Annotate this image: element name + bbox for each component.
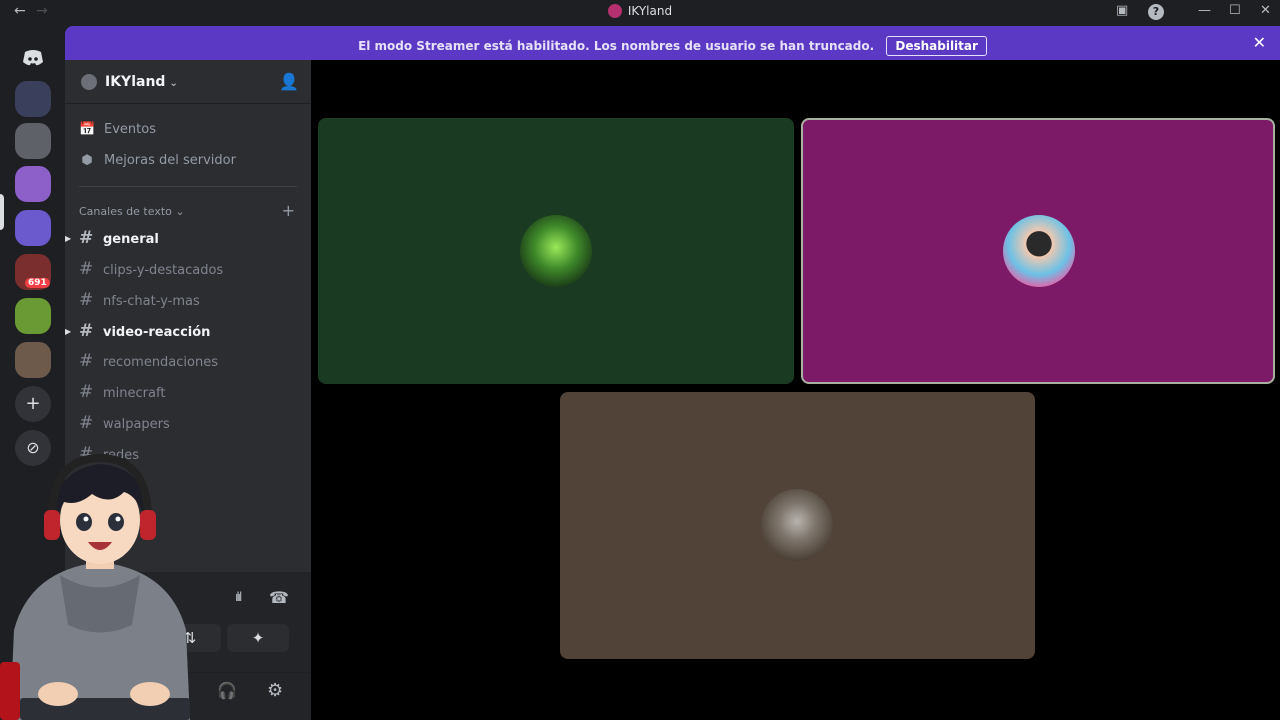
server-guide-icon — [81, 74, 97, 90]
server-boosts-item[interactable]: ⬢ Mejoras del servidor — [79, 153, 236, 168]
channel-walpapers[interactable]: # walpapers — [79, 413, 170, 433]
channel-recomendaciones[interactable]: # recomendaciones — [79, 351, 218, 371]
channel-clips-y-destacados[interactable]: # clips-y-destacados — [79, 259, 223, 279]
window-title: IKYland — [0, 4, 1280, 18]
add-server-button[interactable]: + — [15, 386, 51, 422]
discord-home-button[interactable] — [15, 40, 51, 76]
unread-indicator: ▶ — [65, 327, 72, 336]
channel-minecraft[interactable]: # minecraft — [79, 382, 165, 402]
participant-avatar — [1003, 215, 1075, 287]
channel-nfs-chat-y-mas[interactable]: # nfs-chat-y-mas — [79, 290, 200, 310]
server-icon-7[interactable] — [15, 342, 51, 378]
create-channel-icon[interactable]: + — [282, 201, 295, 220]
participant-tile-3[interactable] — [560, 392, 1035, 659]
settings-icon[interactable]: ⚙ — [267, 680, 283, 701]
participant-avatar — [520, 215, 592, 287]
server-icon-ikyland[interactable] — [15, 166, 51, 202]
unread-indicator: ▶ — [65, 234, 72, 243]
maximize-button[interactable]: ☐ — [1229, 3, 1241, 18]
headset-icon[interactable]: 🎧 — [217, 681, 237, 700]
chevron-down-icon: ⌄ — [175, 205, 185, 218]
hash-icon: # — [79, 321, 94, 341]
chevron-down-icon: ⌄ — [169, 78, 178, 89]
activity-icon: ✦ — [251, 629, 265, 647]
banner-message: El modo Streamer está habilitado. Los no… — [65, 36, 1280, 56]
divider — [79, 186, 297, 187]
hash-icon: # — [79, 413, 94, 433]
minimize-button[interactable]: — — [1198, 3, 1211, 18]
close-window-button[interactable]: ✕ — [1260, 3, 1271, 18]
server-icon-minecraft[interactable] — [15, 298, 51, 334]
title-bar: ← → IKYland ▣ ? — ☐ ✕ — [0, 0, 1280, 24]
disconnect-icon[interactable]: ☎ — [269, 588, 289, 607]
hash-icon: # — [79, 259, 94, 279]
channel-video-reaccion[interactable]: # video-reacción — [79, 321, 210, 341]
hash-icon: # — [79, 228, 94, 248]
voice-call-stage — [311, 60, 1280, 720]
window-title-text: IKYland — [627, 4, 673, 18]
hash-icon: # — [79, 382, 94, 402]
activity-button[interactable]: ✦ — [227, 624, 289, 652]
selected-server-pill — [0, 194, 4, 230]
calendar-icon: 📅 — [79, 122, 96, 137]
mention-badge: 691 — [25, 278, 50, 288]
discord-logo-icon — [23, 50, 43, 66]
inbox-icon[interactable]: ▣ — [1116, 3, 1128, 18]
participant-avatar — [761, 489, 833, 561]
server-logo-icon — [607, 4, 622, 18]
events-item[interactable]: 📅 Eventos — [79, 122, 156, 137]
participant-tile-1[interactable] — [318, 118, 794, 384]
channel-general[interactable]: # general — [79, 228, 159, 248]
server-icon-2[interactable] — [15, 123, 51, 159]
hash-icon: # — [79, 351, 94, 371]
server-icon-1[interactable] — [15, 81, 51, 117]
boost-icon: ⬢ — [81, 153, 93, 168]
category-text-channels[interactable]: Canales de texto ⌄ — [79, 205, 185, 218]
close-banner-icon[interactable]: ✕ — [1253, 33, 1266, 52]
streamer-mode-banner: El modo Streamer está habilitado. Los no… — [65, 26, 1280, 60]
banner-text: El modo Streamer está habilitado. Los no… — [358, 39, 875, 53]
disable-streamer-mode-button[interactable]: Deshabilitar — [886, 36, 987, 56]
participant-tile-2-speaking[interactable] — [801, 118, 1275, 384]
hash-icon: # — [79, 290, 94, 310]
noise-suppression-icon[interactable]: ılıl — [235, 590, 242, 604]
streamer-avatar-overlay — [0, 453, 190, 720]
server-icon-5[interactable]: 691 — [15, 254, 51, 290]
help-icon[interactable]: ? — [1148, 4, 1164, 20]
server-header[interactable]: IKYland ⌄ 👤 — [65, 60, 311, 104]
server-icon-4[interactable] — [15, 210, 51, 246]
invite-people-icon[interactable]: 👤 — [279, 72, 299, 91]
server-name: IKYland ⌄ — [105, 74, 178, 90]
